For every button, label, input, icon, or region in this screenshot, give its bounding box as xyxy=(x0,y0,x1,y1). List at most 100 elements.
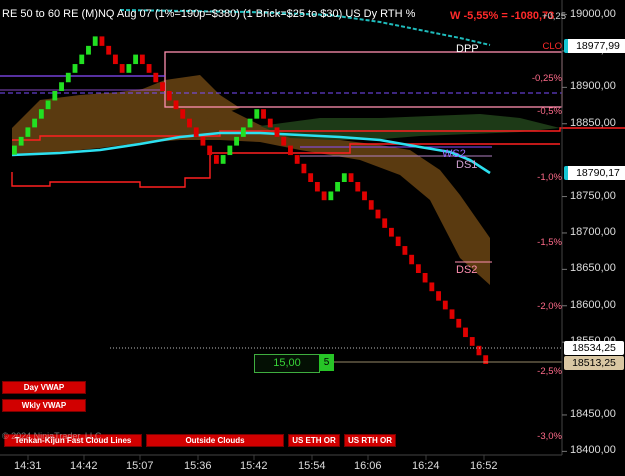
level-ds2: DS2 xyxy=(456,264,478,276)
wkly-vwap-button[interactable]: Wkly VWAP xyxy=(2,399,86,412)
price-axis-label: 18850,00 xyxy=(570,116,616,129)
price-axis-label: 18650,00 xyxy=(570,262,616,275)
pct-label-25: -2,5% xyxy=(537,366,562,377)
down-brick xyxy=(180,109,186,119)
up-brick xyxy=(341,173,347,182)
up-brick xyxy=(86,45,91,55)
price-box-vwap: 18790,17 xyxy=(564,166,625,180)
up-brick xyxy=(234,136,240,146)
up-brick xyxy=(126,64,132,73)
price-axis-label: 18750,00 xyxy=(570,189,616,202)
up-brick xyxy=(247,118,253,128)
up-brick xyxy=(220,155,226,164)
time-axis-label: 15:07 xyxy=(126,460,154,472)
down-brick xyxy=(207,145,213,156)
time-axis-label: 16:52 xyxy=(470,460,498,472)
down-brick xyxy=(469,337,475,346)
up-brick xyxy=(79,54,85,65)
day-vwap-button[interactable]: Day VWAP xyxy=(2,381,86,394)
down-brick xyxy=(456,318,462,328)
us-eth-or-button[interactable]: US ETH OR xyxy=(288,434,340,447)
us-rth-or-button[interactable]: US RTH OR xyxy=(344,434,396,447)
up-brick xyxy=(240,127,246,137)
down-brick xyxy=(436,291,441,301)
up-brick xyxy=(45,100,51,110)
down-brick xyxy=(99,36,105,46)
down-brick xyxy=(355,182,361,192)
down-brick xyxy=(483,355,489,364)
pct-label-025: -0,25% xyxy=(531,73,562,84)
down-brick xyxy=(274,127,280,137)
down-brick xyxy=(187,118,192,128)
down-brick xyxy=(476,345,482,356)
price-box-dpp: 18977,99 xyxy=(564,39,625,53)
up-brick xyxy=(72,64,78,73)
up-brick xyxy=(18,136,24,146)
up-brick xyxy=(227,145,233,156)
price-axis-label: 18400,00 xyxy=(570,444,616,457)
up-brick xyxy=(25,127,31,137)
up-brick xyxy=(38,109,44,119)
price-axis-label: 18900,00 xyxy=(570,80,616,93)
down-brick xyxy=(261,109,266,119)
chart-title: RE 50 to 60 RE (M)NQ Aug 07 (1%=190p=$38… xyxy=(2,8,416,20)
pct-label-top: +0,25 xyxy=(541,11,566,22)
price-box-order: 18513,25 xyxy=(564,356,624,370)
down-brick xyxy=(415,264,421,273)
time-axis-label: 15:36 xyxy=(184,460,212,472)
copyright: © 2024 NinjaTrader, LLC xyxy=(2,431,102,441)
down-brick xyxy=(463,327,468,338)
down-brick xyxy=(139,54,145,65)
down-brick xyxy=(301,163,307,174)
down-brick xyxy=(389,227,394,237)
down-brick xyxy=(267,118,273,128)
order-qty-box[interactable]: 5 xyxy=(319,354,334,371)
pct-label-20: -2,0% xyxy=(537,301,562,312)
up-brick xyxy=(254,109,260,119)
down-brick xyxy=(429,282,435,292)
up-brick xyxy=(12,145,17,155)
order-price-box[interactable]: 15,00 xyxy=(254,354,320,373)
down-brick xyxy=(395,236,401,247)
down-brick xyxy=(449,309,455,319)
price-axis-label: 18700,00 xyxy=(570,225,616,238)
price-axis-label: 18450,00 xyxy=(570,407,616,420)
down-brick xyxy=(160,82,165,91)
time-axis-label: 16:24 xyxy=(412,460,440,472)
pct-label-clo: CLO xyxy=(542,41,562,52)
down-brick xyxy=(153,72,159,83)
down-brick xyxy=(402,246,408,255)
time-axis-label: 14:42 xyxy=(70,460,98,472)
price-axis-label: 18600,00 xyxy=(570,298,616,311)
down-brick xyxy=(375,209,381,219)
down-brick xyxy=(200,136,206,146)
up-brick xyxy=(335,182,341,192)
down-brick xyxy=(281,136,287,146)
down-brick xyxy=(106,45,112,55)
down-brick xyxy=(173,100,179,110)
down-brick xyxy=(213,155,219,164)
down-brick xyxy=(112,54,118,65)
pct-label-10: -1,0% xyxy=(537,172,562,183)
outside-clouds-button[interactable]: Outside Clouds xyxy=(146,434,284,447)
time-axis-label: 14:31 xyxy=(14,460,42,472)
down-brick xyxy=(422,273,428,283)
pct-label-15: -1,5% xyxy=(537,237,562,248)
up-brick xyxy=(92,36,98,46)
down-brick xyxy=(409,254,415,265)
price-axis-label: 19000,00 xyxy=(570,7,616,20)
down-brick xyxy=(146,64,152,73)
down-brick xyxy=(119,64,125,73)
down-brick xyxy=(348,173,354,182)
down-brick xyxy=(166,91,172,101)
down-brick xyxy=(294,155,300,164)
down-brick xyxy=(308,173,314,182)
up-brick xyxy=(59,82,64,91)
time-axis-label: 15:54 xyxy=(298,460,326,472)
time-axis-label: 15:42 xyxy=(240,460,268,472)
down-brick xyxy=(368,200,374,210)
pct-label-05: -0,5% xyxy=(537,106,562,117)
up-brick xyxy=(52,91,58,101)
time-axis-label: 16:06 xyxy=(354,460,382,472)
down-brick xyxy=(382,218,388,228)
